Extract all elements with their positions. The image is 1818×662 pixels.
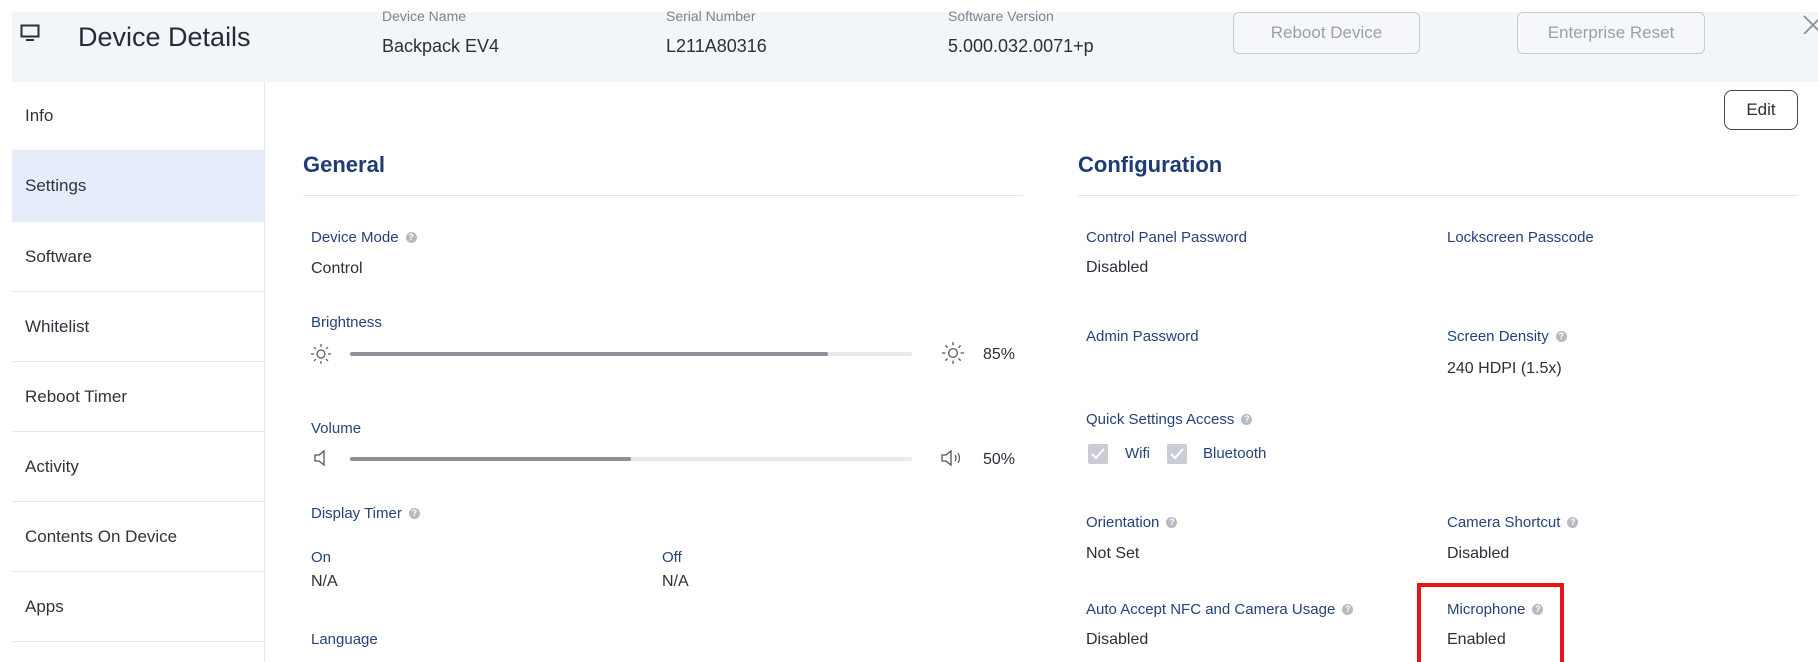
brightness-slider-fill [350, 352, 828, 356]
volume-slider[interactable] [350, 457, 912, 461]
display-timer-label-text: Display Timer [311, 505, 402, 522]
admin-password-label: Admin Password [1086, 328, 1199, 345]
brightness-label: Brightness [311, 314, 382, 331]
auto-accept-nfc-value: Disabled [1086, 631, 1149, 648]
lockscreen-passcode-label: Lockscreen Passcode [1447, 229, 1594, 246]
microphone-highlight-box [1417, 583, 1564, 662]
orientation-label: Orientation? [1086, 514, 1178, 531]
screen-density-label: Screen Density? [1447, 328, 1567, 345]
sun-icon [942, 342, 964, 364]
general-divider [303, 195, 1023, 196]
speaker-icon [941, 449, 961, 467]
sidebar-item-software[interactable]: Software [12, 222, 264, 292]
display-timer-label: Display Timer? [311, 505, 420, 522]
sidebar-item-label: Whitelist [25, 316, 90, 336]
control-panel-password-label: Control Panel Password [1086, 229, 1247, 246]
help-icon[interactable]: ? [1567, 517, 1579, 528]
camera-shortcut-label-text: Camera Shortcut [1447, 514, 1561, 531]
device-mode-label: Device Mode? [311, 229, 417, 246]
volume-value: 50% [983, 451, 1016, 468]
screen-density-label-text: Screen Density [1447, 328, 1549, 345]
enterprise-reset-button[interactable]: Enterprise Reset [1517, 12, 1705, 54]
close-icon[interactable] [1800, 10, 1818, 34]
sidebar-item-apps[interactable]: Apps [12, 572, 264, 642]
sidebar-item-label: Apps [25, 596, 64, 616]
sidebar-item-settings[interactable]: Settings [12, 151, 264, 222]
quick-settings-access-label-text: Quick Settings Access [1086, 411, 1235, 428]
software-version-label: Software Version [948, 8, 1054, 24]
language-label: Language [311, 631, 378, 648]
help-icon[interactable]: ? [1342, 604, 1354, 615]
sidebar-divider [264, 82, 265, 662]
help-icon[interactable]: ? [408, 508, 420, 519]
sidebar-nav: Info Settings Software Whitelist Reboot … [12, 82, 265, 662]
device-mode-value: Control [311, 260, 363, 277]
sidebar-item-reboot-timer[interactable]: Reboot Timer [12, 362, 264, 432]
volume-slider-fill [350, 457, 631, 461]
sidebar-item-label: Settings [25, 176, 87, 195]
bluetooth-checkbox[interactable] [1167, 444, 1187, 464]
sun-icon [311, 344, 331, 364]
help-icon[interactable]: ? [1555, 331, 1567, 342]
timer-off-value: N/A [662, 573, 689, 590]
wifi-label: Wifi [1125, 445, 1150, 462]
sidebar-item-info[interactable]: Info [12, 82, 264, 151]
camera-shortcut-value: Disabled [1447, 545, 1510, 562]
help-icon[interactable]: ? [405, 232, 417, 243]
sidebar-item-label: Reboot Timer [25, 386, 128, 406]
control-panel-password-value: Disabled [1086, 259, 1149, 276]
serial-number-value: L211A80316 [666, 36, 767, 56]
volume-label: Volume [311, 420, 362, 437]
reboot-device-button[interactable]: Reboot Device [1233, 12, 1420, 54]
checkmark-icon [1091, 448, 1105, 460]
screen-density-value: 240 HDPI (1.5x) [1447, 360, 1562, 377]
device-name-label: Device Name [382, 8, 467, 24]
timer-off-label: Off [662, 549, 682, 566]
orientation-label-text: Orientation [1086, 514, 1160, 531]
bluetooth-label: Bluetooth [1203, 445, 1267, 462]
timer-on-label: On [311, 549, 332, 566]
help-icon[interactable]: ? [1241, 414, 1253, 425]
configuration-section-title: Configuration [1078, 152, 1223, 177]
brightness-value: 85% [983, 346, 1016, 363]
wifi-checkbox[interactable] [1088, 444, 1108, 464]
edit-button[interactable]: Edit [1724, 90, 1798, 130]
serial-number-label: Serial Number [666, 8, 756, 24]
orientation-value: Not Set [1086, 545, 1140, 562]
device-mode-label-text: Device Mode [311, 229, 399, 246]
auto-accept-nfc-label-text: Auto Accept NFC and Camera Usage [1086, 601, 1336, 618]
sidebar-item-label: Contents On Device [25, 526, 178, 546]
speaker-icon [314, 449, 325, 467]
sidebar-item-label: Software [25, 246, 93, 266]
camera-shortcut-label: Camera Shortcut? [1447, 514, 1579, 531]
auto-accept-nfc-label: Auto Accept NFC and Camera Usage? [1086, 601, 1354, 618]
sidebar-item-activity[interactable]: Activity [12, 432, 264, 502]
configuration-divider [1078, 195, 1798, 196]
checkmark-icon [1170, 448, 1184, 460]
general-section-title: General [303, 152, 385, 177]
brightness-slider[interactable] [350, 352, 912, 356]
sidebar-item-contents-on-device[interactable]: Contents On Device [12, 502, 264, 572]
sidebar-item-label: Info [25, 106, 54, 125]
device-name-value: Backpack EV4 [382, 36, 500, 56]
sidebar-item-label: Activity [25, 456, 79, 476]
quick-settings-access-label: Quick Settings Access? [1086, 411, 1253, 428]
sidebar-item-whitelist[interactable]: Whitelist [12, 292, 264, 362]
software-version-value: 5.000.032.0071+p [948, 36, 1094, 56]
page-title: Device Details [78, 22, 251, 52]
help-icon[interactable]: ? [1166, 517, 1178, 528]
monitor-icon [20, 24, 40, 41]
timer-on-value: N/A [311, 573, 338, 590]
